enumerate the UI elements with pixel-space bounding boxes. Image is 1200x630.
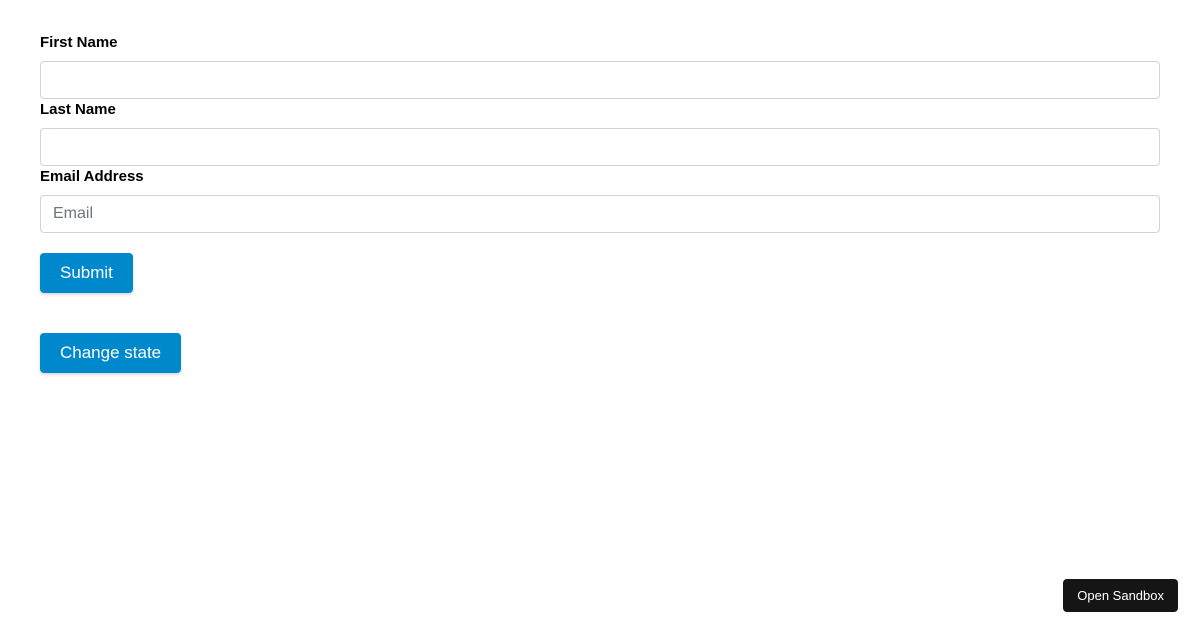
submit-button[interactable]: Submit: [40, 253, 133, 293]
first-name-label: First Name: [40, 34, 1160, 51]
last-name-input[interactable]: [40, 128, 1160, 166]
form-container: First Name Last Name Email Address Submi…: [0, 0, 1200, 373]
first-name-input[interactable]: [40, 61, 1160, 99]
last-name-label: Last Name: [40, 101, 1160, 118]
open-sandbox-button[interactable]: Open Sandbox: [1063, 579, 1178, 612]
email-label: Email Address: [40, 168, 1160, 185]
email-input[interactable]: [40, 195, 1160, 233]
button-row-submit: Submit: [40, 233, 1160, 293]
button-row-change-state: Change state: [40, 293, 1160, 373]
form-group-email: Email Address: [40, 168, 1160, 233]
form-group-first-name: First Name: [40, 34, 1160, 99]
change-state-button[interactable]: Change state: [40, 333, 181, 373]
form-group-last-name: Last Name: [40, 101, 1160, 166]
